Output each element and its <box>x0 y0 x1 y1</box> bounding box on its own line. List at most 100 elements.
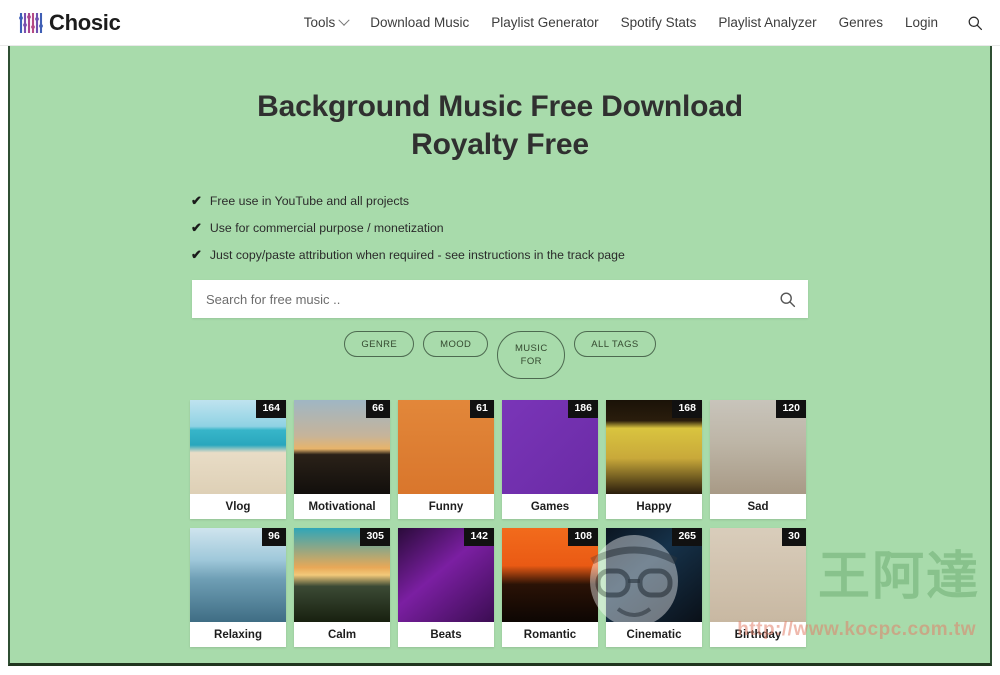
filter-pill-all-tags[interactable]: ALL TAGS <box>574 331 656 357</box>
tag-card-vlog[interactable]: 164 Vlog <box>190 400 286 519</box>
nav-item-genres[interactable]: Genres <box>839 15 883 30</box>
tag-label: Beats <box>398 622 494 647</box>
tag-thumbnail: 186 <box>502 400 598 494</box>
nav-item-label: Playlist Analyzer <box>718 15 817 30</box>
equalizer-logo-icon <box>19 12 43 33</box>
tag-card-grid: 164 Vlog 66 Motivational 61 Funny 186 Ga… <box>190 400 810 647</box>
benefits-list: ✔ Free use in YouTube and all projects ✔… <box>191 193 811 263</box>
nav-item-label: Playlist Generator <box>491 15 599 30</box>
benefit-item: ✔ Just copy/paste attribution when requi… <box>191 248 811 263</box>
benefit-text: Just copy/paste attribution when require… <box>209 248 625 262</box>
tag-thumbnail: 265 <box>606 528 702 622</box>
more-tags-wrapper: MORE TAGS → <box>10 665 990 666</box>
search-icon[interactable] <box>964 12 986 34</box>
track-count-badge: 168 <box>672 400 702 418</box>
tag-label: Sad <box>710 494 806 519</box>
chevron-down-icon <box>338 14 350 26</box>
nav-item-label: Tools <box>303 15 336 30</box>
nav-item-label: Genres <box>838 15 883 30</box>
search-input[interactable] <box>192 280 766 318</box>
filter-pill-music-for[interactable]: MUSIC FOR <box>497 331 566 379</box>
tag-label: Games <box>502 494 598 519</box>
nav-item-spotify-stats[interactable]: Spotify Stats <box>621 15 697 30</box>
tag-thumbnail: 120 <box>710 400 806 494</box>
filter-pill-genre[interactable]: GENRE <box>344 331 415 357</box>
filter-pill-label: MOOD <box>440 338 472 350</box>
nav-item-download-music[interactable]: Download Music <box>370 15 469 30</box>
filter-pill-label: MUSIC FOR <box>514 343 548 367</box>
page-root: Chosic Tools Download Music Playlist Gen… <box>0 0 1000 675</box>
tag-label: Cinematic <box>606 622 702 647</box>
tag-label: Birthday <box>710 622 806 647</box>
tag-card-games[interactable]: 186 Games <box>502 400 598 519</box>
nav-item-playlist-analyzer[interactable]: Playlist Analyzer <box>718 15 816 30</box>
tag-label: Motivational <box>294 494 390 519</box>
tag-thumbnail: 61 <box>398 400 494 494</box>
check-icon: ✔ <box>191 193 202 208</box>
tag-label: Funny <box>398 494 494 519</box>
track-count-badge: 30 <box>782 528 806 546</box>
more-tags-button[interactable]: MORE TAGS → <box>438 665 562 666</box>
check-icon: ✔ <box>191 220 202 235</box>
search-icon-glyph <box>968 16 983 30</box>
benefit-item: ✔ Use for commercial purpose / monetizat… <box>191 220 811 236</box>
nav-item-label: Spotify Stats <box>620 15 697 30</box>
top-navigation-bar: Chosic Tools Download Music Playlist Gen… <box>0 0 1000 46</box>
tag-card-cinematic[interactable]: 265 Cinematic <box>606 528 702 647</box>
tag-card-happy[interactable]: 168 Happy <box>606 400 702 519</box>
tag-card-sad[interactable]: 120 Sad <box>710 400 806 519</box>
tag-card-relaxing[interactable]: 96 Relaxing <box>190 528 286 647</box>
search-icon <box>779 291 795 307</box>
nav-links: Tools Download Music Playlist Generator … <box>304 12 986 34</box>
track-count-badge: 96 <box>262 528 286 546</box>
track-count-badge: 186 <box>568 400 598 418</box>
tag-thumbnail: 142 <box>398 528 494 622</box>
tag-thumbnail: 66 <box>294 400 390 494</box>
tag-label: Vlog <box>190 494 286 519</box>
filter-pill-label: GENRE <box>361 338 398 350</box>
tag-label: Happy <box>606 494 702 519</box>
track-count-badge: 142 <box>464 528 494 546</box>
brand-name: Chosic <box>49 9 121 35</box>
hero-section: Background Music Free Download Royalty F… <box>8 46 992 666</box>
nav-item-label: Download Music <box>370 15 470 30</box>
brand-logo[interactable]: Chosic <box>18 10 121 36</box>
tag-card-birthday[interactable]: 30 Birthday <box>710 528 806 647</box>
tag-thumbnail: 96 <box>190 528 286 622</box>
track-count-badge: 265 <box>672 528 702 546</box>
tag-thumbnail: 305 <box>294 528 390 622</box>
filter-pill-label: ALL TAGS <box>591 338 639 350</box>
track-count-badge: 120 <box>776 400 806 418</box>
track-count-badge: 108 <box>568 528 598 546</box>
tag-card-calm[interactable]: 305 Calm <box>294 528 390 647</box>
benefit-text: Free use in YouTube and all projects <box>209 194 410 208</box>
tag-card-motivational[interactable]: 66 Motivational <box>294 400 390 519</box>
tag-card-beats[interactable]: 142 Beats <box>398 528 494 647</box>
tag-label: Romantic <box>502 622 598 647</box>
nav-item-login[interactable]: Login <box>905 15 938 30</box>
tag-label: Calm <box>294 622 390 647</box>
page-title: Background Music Free Download Royalty F… <box>10 88 990 164</box>
tag-card-funny[interactable]: 61 Funny <box>398 400 494 519</box>
track-count-badge: 305 <box>360 528 390 546</box>
nav-item-tools[interactable]: Tools <box>303 14 350 30</box>
track-count-badge: 164 <box>256 400 286 418</box>
track-count-badge: 66 <box>366 400 390 418</box>
nav-item-label: Login <box>904 15 938 30</box>
page-title-line-1: Background Music Free Download <box>257 90 743 123</box>
tag-thumbnail: 168 <box>606 400 702 494</box>
search-bar[interactable] <box>192 280 808 318</box>
filter-pill-mood[interactable]: MOOD <box>423 331 489 357</box>
tag-thumbnail: 108 <box>502 528 598 622</box>
benefit-text: Use for commercial purpose / monetizatio… <box>209 221 444 235</box>
track-count-badge: 61 <box>470 400 494 418</box>
filter-pill-group: GENRE MOOD MUSIC FOR ALL TAGS <box>10 331 990 379</box>
search-submit-button[interactable] <box>766 280 808 318</box>
page-title-line-2: Royalty Free <box>411 128 589 161</box>
tag-label: Relaxing <box>190 622 286 647</box>
watermark-chinese-text: 王阿達 <box>817 547 980 607</box>
nav-item-playlist-generator[interactable]: Playlist Generator <box>491 15 598 30</box>
benefit-item: ✔ Free use in YouTube and all projects <box>191 193 811 209</box>
tag-card-romantic[interactable]: 108 Romantic <box>502 528 598 647</box>
tag-thumbnail: 164 <box>190 400 286 494</box>
